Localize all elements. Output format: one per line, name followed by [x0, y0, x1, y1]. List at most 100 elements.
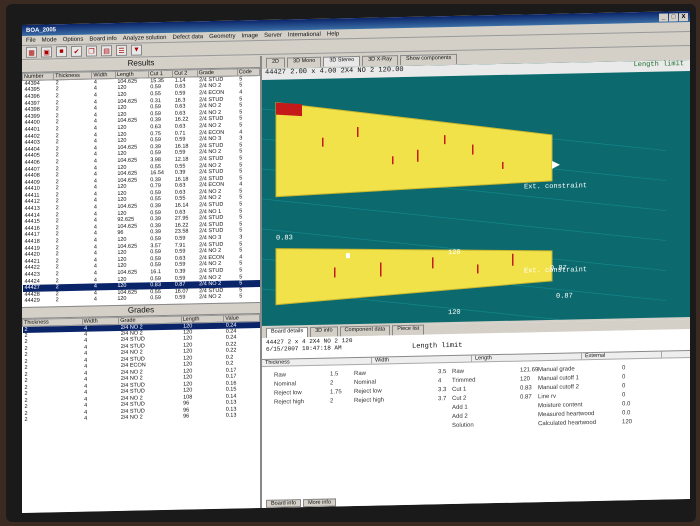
- tab-3d-stereo[interactable]: 3D Stereo: [323, 55, 361, 67]
- table-cell: 0.13: [225, 412, 237, 420]
- results-table: Number Thickness Width Length Cut 1 Cut 2 Grad…: [22, 68, 260, 305]
- menu-item-international[interactable]: International: [288, 31, 321, 38]
- tab-piece-list[interactable]: Piece list: [392, 324, 425, 336]
- cut-value-right-top: 0.87: [550, 264, 567, 273]
- tab-board-info[interactable]: Board info: [266, 499, 302, 508]
- detail-value: Calculated heartwood: [538, 419, 597, 428]
- grades-table: Thickness Width Grade Length Value 2 4 2/4 NO …: [22, 314, 260, 424]
- minimize-button[interactable]: _: [659, 12, 668, 22]
- board-render: [262, 102, 666, 326]
- detail-value: 2: [330, 398, 334, 405]
- board-3d-view[interactable]: 44427 2.00 x 4.00 2X4 NO 2 120.00 Length…: [262, 60, 690, 326]
- detail-value: Raw: [274, 372, 287, 379]
- table-cell: 0.59: [150, 295, 161, 302]
- right-pane: 2D 3D Mono 3D Stereo 3D X-Ray Show component…: [262, 47, 690, 508]
- detail-value: 1.5: [330, 371, 339, 378]
- table-cell: 2/4 NO 2: [120, 414, 143, 422]
- detail-value: 2: [330, 380, 334, 387]
- cut-value-left: 0.83: [276, 234, 293, 243]
- monitor-bezel: BOA_2005 _ □ X File Mode Options Board info…: [6, 4, 696, 522]
- detail-value: 0.87: [520, 394, 532, 401]
- tab-3d-info[interactable]: 3D info: [310, 326, 338, 337]
- detail-value: Reject low: [354, 388, 382, 396]
- table-cell: 120: [117, 296, 127, 303]
- menu-item-analyze-solution[interactable]: Analyze solution: [123, 34, 167, 41]
- detail-value: 0: [622, 383, 626, 390]
- table-cell: 96: [183, 413, 190, 421]
- detail-value: Trimmed: [452, 377, 476, 384]
- detail-value: Reject low: [274, 390, 302, 397]
- table-cell: 2/4 NO 2: [199, 294, 222, 301]
- board-top-face: [275, 102, 553, 198]
- tab-more-info[interactable]: More info: [303, 498, 337, 508]
- detail-value: 1.75: [330, 389, 342, 396]
- detail-value: Reject high: [354, 397, 385, 405]
- cut-value-right-bottom: 0.87: [556, 292, 573, 301]
- detail-value: Cut 2: [452, 395, 467, 402]
- tab-2d[interactable]: 2D: [266, 57, 286, 68]
- detail-value: Line rv: [538, 393, 557, 401]
- detail-value: 121.69: [520, 367, 539, 374]
- maximize-button[interactable]: □: [669, 12, 678, 21]
- detail-value: Reject high: [274, 399, 305, 406]
- detail-value: Measured heartwood: [538, 411, 595, 419]
- detail-value: Raw: [354, 370, 367, 378]
- filter-icon[interactable]: ▼: [131, 44, 142, 56]
- left-pane: Results Number Thickness Width Length Cut 1C…: [22, 55, 262, 513]
- detail-value: 3.7: [438, 396, 447, 403]
- detail-value: 0.83: [520, 385, 532, 392]
- table-cell: 2: [24, 417, 28, 424]
- detail-value: 120: [520, 376, 531, 383]
- menu-item-file[interactable]: File: [26, 37, 36, 43]
- page-icon[interactable]: ▤: [101, 45, 112, 57]
- table-cell: 4: [93, 296, 97, 303]
- detail-value: Raw: [452, 368, 465, 375]
- tab-show-components[interactable]: Show components: [399, 53, 458, 66]
- detail-value: 0.0: [622, 410, 631, 417]
- length-label-top: 120: [448, 248, 461, 258]
- menu-item-image[interactable]: Image: [241, 33, 258, 39]
- copy-icon[interactable]: ❐: [86, 45, 97, 57]
- close-button[interactable]: X: [679, 12, 688, 21]
- app-window: BOA_2005 _ □ X File Mode Options Board info…: [22, 11, 690, 513]
- table-cell: 4: [84, 416, 88, 423]
- detail-value: Solution: [452, 422, 474, 429]
- menu-item-mode[interactable]: Mode: [42, 37, 57, 43]
- menu-item-options[interactable]: Options: [63, 36, 84, 42]
- list-icon[interactable]: ☰: [116, 44, 127, 57]
- defect-region-top: [276, 102, 302, 117]
- detail-value: 4: [438, 378, 442, 385]
- detail-value: Add 1: [452, 404, 468, 411]
- tab-3d-mono[interactable]: 3D Mono: [287, 56, 322, 68]
- detail-value: 3.5: [438, 369, 447, 376]
- window-icon[interactable]: ▣: [41, 46, 52, 58]
- board-bottom-face: [275, 248, 553, 306]
- table-cell: 44429: [24, 298, 40, 305]
- detail-value: 0: [622, 365, 626, 372]
- detail-values: Raw Nominal Reject low Reject high 1.5 2 1.75 2…: [262, 358, 690, 487]
- detail-value: Manual cutoff 2: [538, 384, 579, 392]
- menu-item-board-info[interactable]: Board info: [89, 36, 116, 43]
- board-info-status: Length limit: [412, 341, 463, 351]
- detail-value: Nominal: [354, 379, 377, 387]
- grid-icon[interactable]: ▦: [26, 46, 37, 58]
- detail-value: 0: [622, 374, 626, 381]
- table-cell: 2: [55, 297, 59, 304]
- detail-value: Nominal: [274, 381, 297, 388]
- save-icon[interactable]: ■: [56, 46, 67, 58]
- menu-item-server[interactable]: Server: [264, 32, 282, 38]
- menu-item-geometry[interactable]: Geometry: [209, 33, 235, 40]
- detail-value: 0.0: [622, 401, 631, 408]
- check-icon[interactable]: ✔: [71, 45, 82, 57]
- window-title: BOA_2005: [26, 26, 57, 34]
- cursor-marker: [346, 253, 350, 259]
- detail-value: Add 2: [452, 413, 468, 420]
- ext-constraint-top: Ext. constraint: [524, 182, 588, 192]
- end-marker: [552, 160, 560, 169]
- menu-item-defect-data[interactable]: Defect data: [172, 34, 203, 41]
- detail-value: 3.3: [438, 387, 447, 394]
- detail-value: Manual grade: [538, 366, 575, 374]
- menu-item-help[interactable]: Help: [327, 31, 339, 37]
- detail-value: 0: [622, 392, 626, 399]
- tab-3d-x-ray[interactable]: 3D X-Ray: [362, 55, 398, 66]
